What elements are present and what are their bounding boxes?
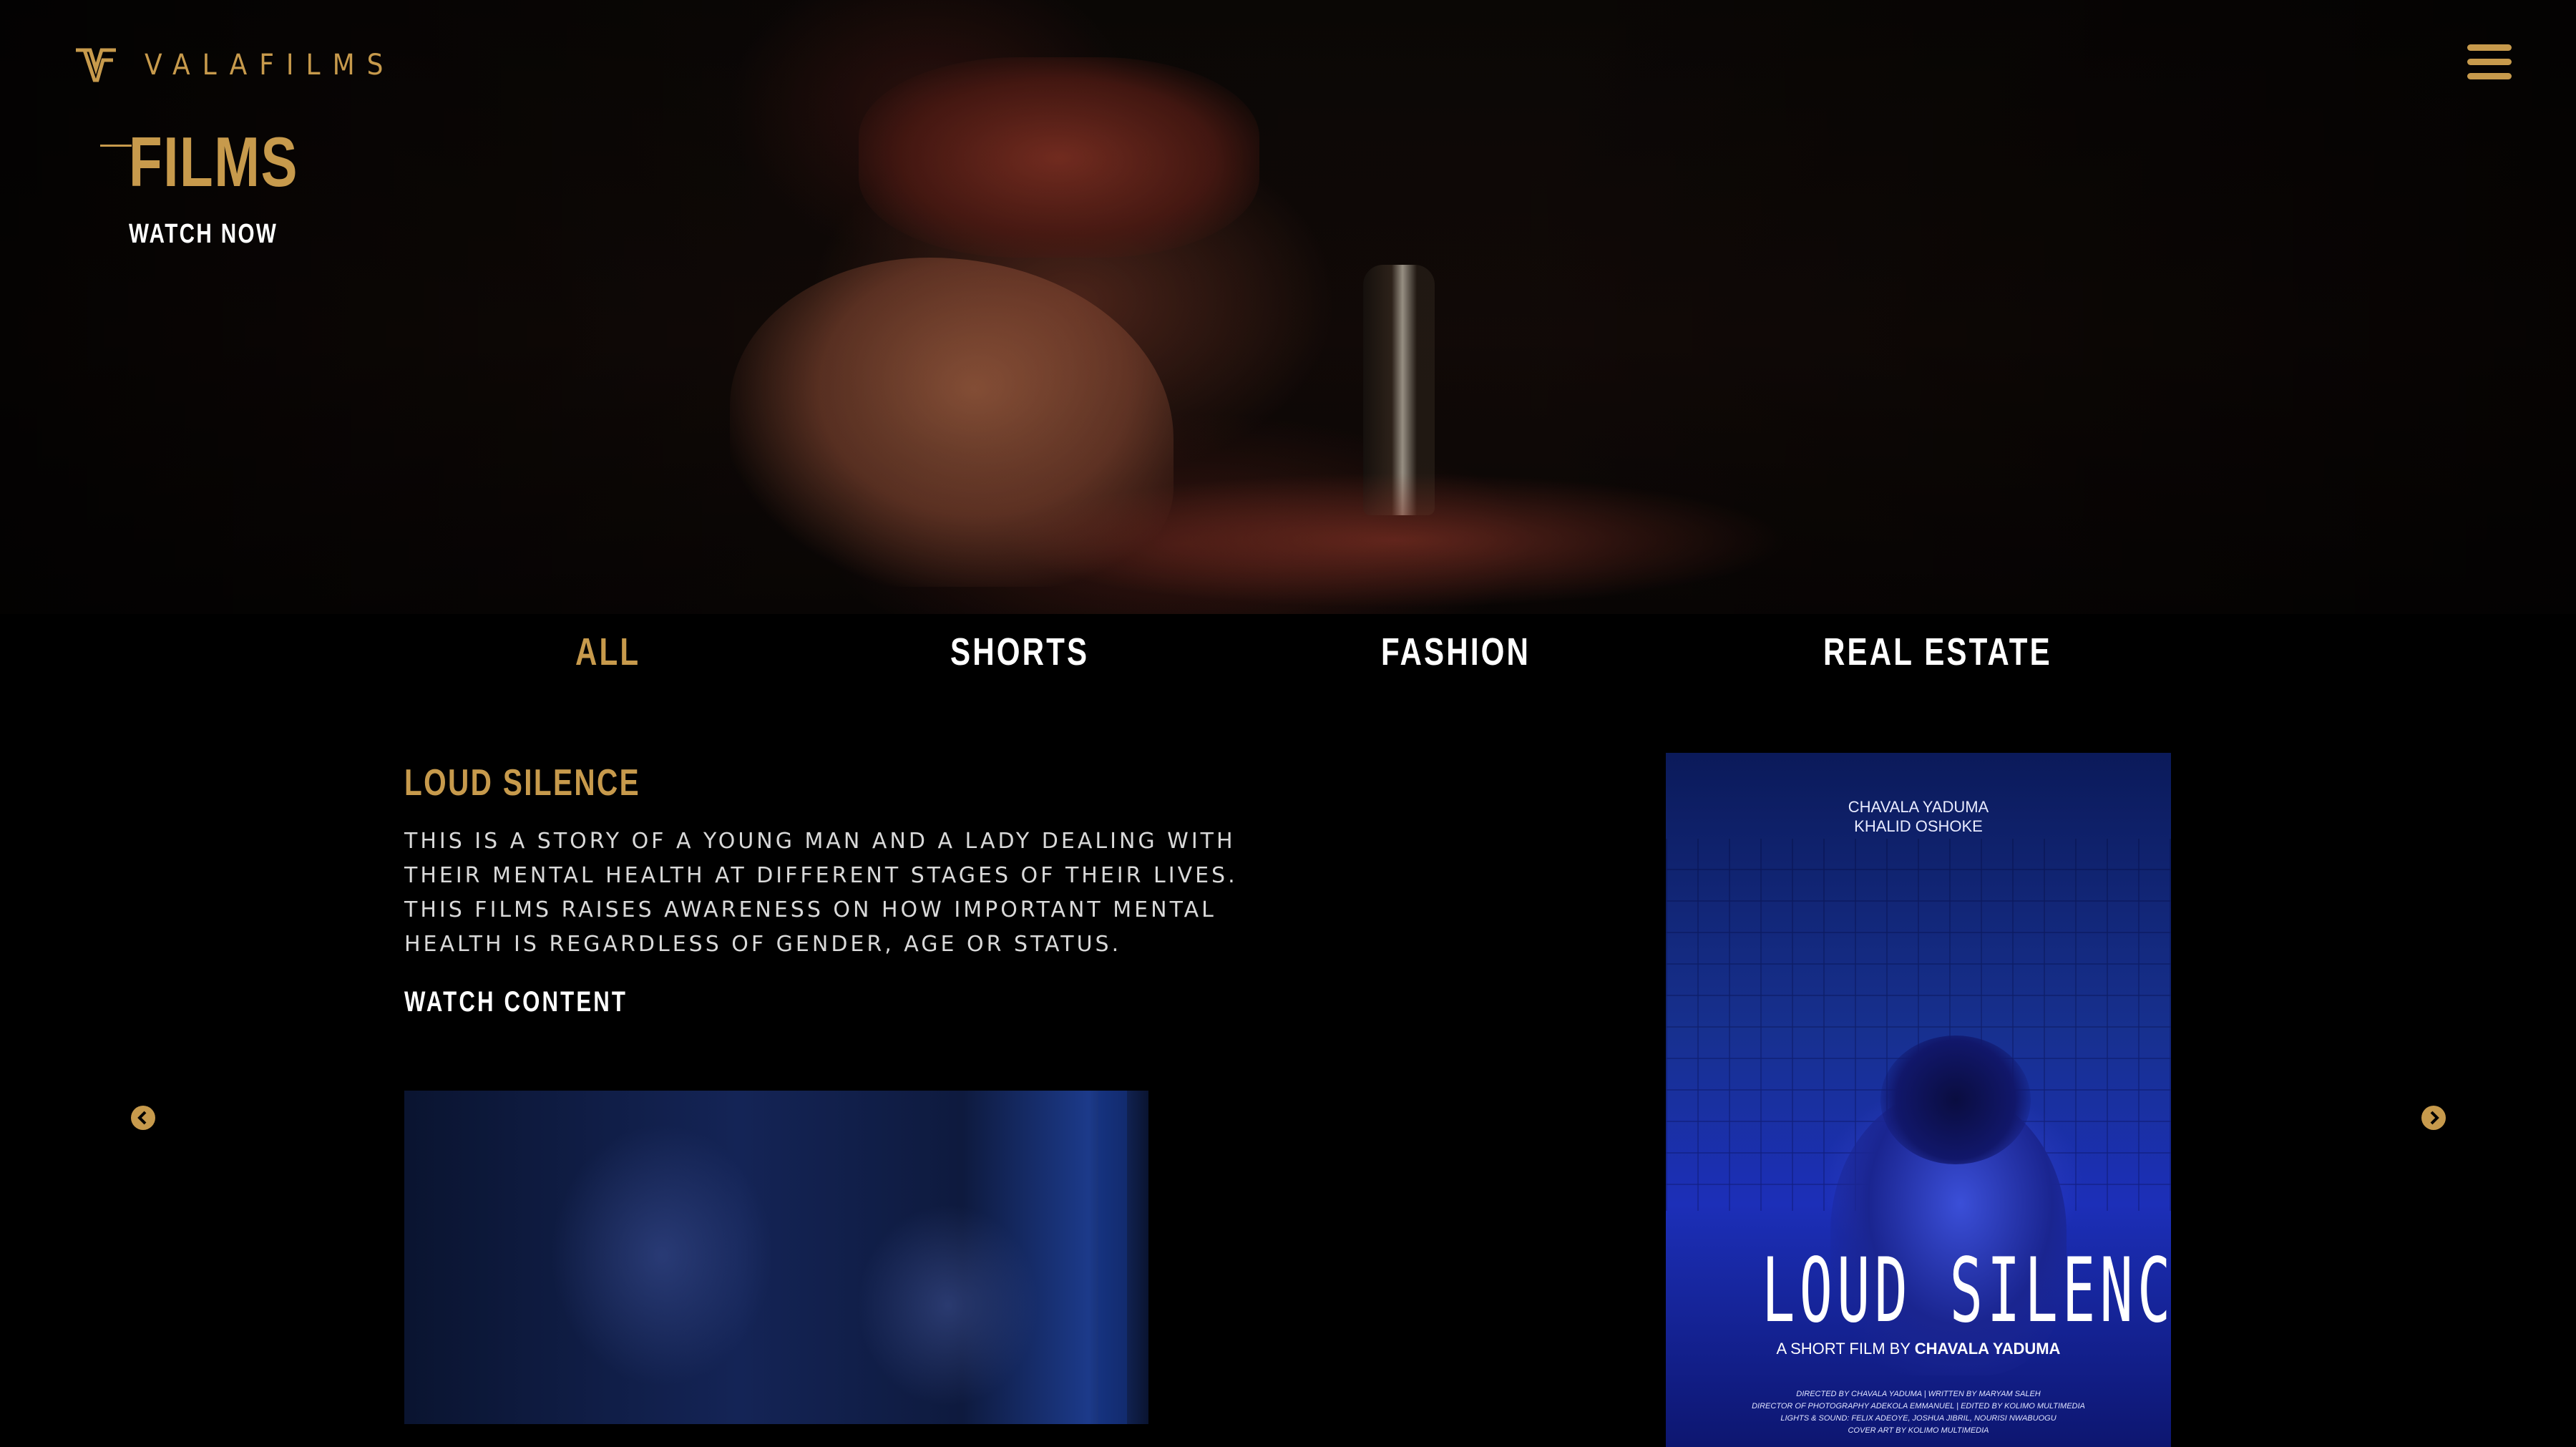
carousel-prev-icon[interactable] [131,1106,155,1130]
tab-real-estate[interactable]: REAL ESTATE [1823,630,2052,674]
category-tabs: ALL SHORTS FASHION REAL ESTATE [0,630,2576,687]
poster-credit-line: LIGHTS & SOUND: FELIX ADEOYE, JOSHUA JIB… [1780,1414,2057,1423]
valafilms-logo-icon [76,48,116,82]
film-description: THIS IS A STORY OF A YOUNG MAN AND A LAD… [404,829,1238,957]
watch-content-link[interactable]: WATCH CONTENT [404,986,628,1018]
poster-title: LOUD SILENCE [1762,1239,2171,1343]
hamburger-menu-icon[interactable] [2467,44,2512,80]
film-title: LOUD SILENCE [404,762,641,804]
poster-cast-2: KHALID OSHOKE [1854,817,1983,835]
brand-name: VALAFILMS [145,49,396,82]
poster-credit-line: DIRECTOR OF PHOTOGRAPHY ADEKOLA EMMANUEL… [1752,1402,2085,1411]
tab-shorts[interactable]: SHORTS [950,630,1089,674]
poster-subtitle-prefix: A SHORT FILM BY [1776,1340,1911,1358]
film-poster[interactable]: CHAVALA YADUMA KHALID OSHOKE LOUD SILENC… [1666,753,2171,1447]
poster-credit-line: COVER ART BY KOLIMO MULTIMEDIA [1848,1426,1989,1435]
poster-subtitle: A SHORT FILM BY CHAVALA YADUMA [1666,1340,2171,1358]
title-accent-line [100,145,132,147]
poster-cast-1: CHAVALA YADUMA [1848,798,1989,816]
film-still-image[interactable] [404,1091,1148,1424]
hero-banner [0,0,2576,614]
poster-credit-line: DIRECTED BY CHAVALA YADUMA | WRITTEN BY … [1796,1390,2041,1398]
poster-cast: CHAVALA YADUMA KHALID OSHOKE [1666,797,2171,836]
hero-overlay [0,0,2576,614]
brand-logo[interactable]: VALAFILMS [74,47,395,83]
poster-subtitle-name: CHAVALA YADUMA [1914,1340,2061,1358]
carousel-next-icon[interactable] [2421,1106,2446,1130]
tab-all[interactable]: ALL [575,630,640,674]
still-light-bar [1098,1091,1127,1424]
poster-credits: DIRECTED BY CHAVALA YADUMA | WRITTEN BY … [1666,1388,2171,1437]
page-title: FILMS [129,122,299,201]
watch-now-link[interactable]: WATCH NOW [129,219,278,250]
poster-figure-head [1880,1036,2031,1164]
tab-fashion[interactable]: FASHION [1381,630,1531,674]
